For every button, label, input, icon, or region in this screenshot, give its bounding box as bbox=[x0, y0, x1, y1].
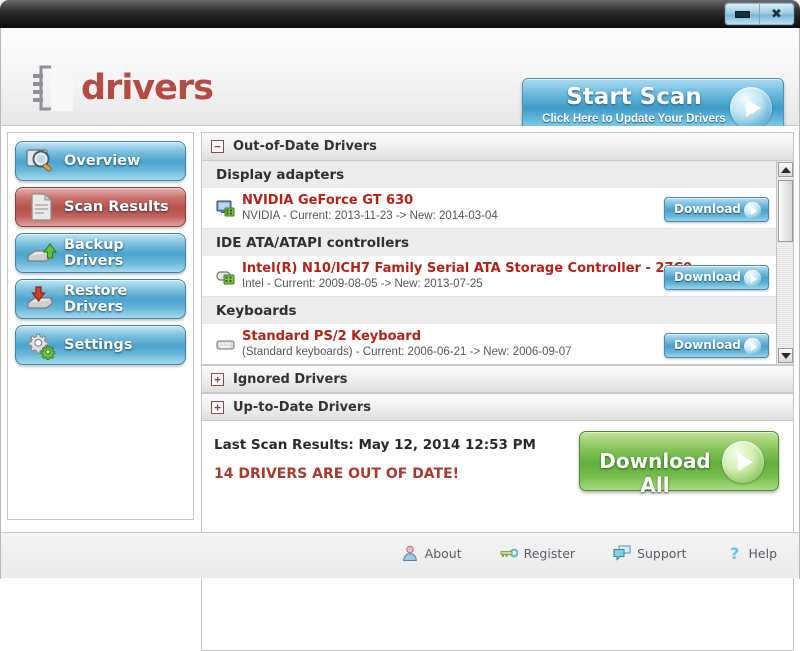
download-button-label: Download bbox=[674, 338, 741, 352]
footer-links: About Register Support ? Help bbox=[401, 544, 778, 563]
key-icon bbox=[500, 545, 519, 561]
play-circle-icon bbox=[744, 202, 761, 219]
footer-link-label: About bbox=[424, 545, 462, 561]
footer-link-support[interactable]: Support bbox=[613, 545, 687, 561]
expand-expander-icon[interactable]: + bbox=[211, 400, 224, 414]
minimize-icon bbox=[735, 10, 750, 18]
drive-down-arrow-icon bbox=[24, 284, 58, 314]
application-window: ✖ drivers Start Scan Click Here to Updat… bbox=[0, 0, 800, 651]
section-title: Ignored Drivers bbox=[233, 371, 348, 387]
footer-link-about[interactable]: About bbox=[401, 545, 462, 561]
app-body: Overview Scan Results Backup Drivers Res… bbox=[1, 126, 799, 651]
svg-text:?: ? bbox=[730, 545, 739, 561]
download-button[interactable]: Download bbox=[664, 333, 769, 358]
driver-meta: (Standard keyboards) - Current: 2006-06-… bbox=[242, 346, 572, 358]
minimize-button[interactable] bbox=[726, 4, 760, 24]
download-button-label: Download bbox=[674, 202, 741, 216]
driver-group-header: Display adapters bbox=[202, 161, 777, 189]
title-bar: ✖ bbox=[0, 0, 800, 28]
footer-link-help[interactable]: ? Help bbox=[725, 544, 778, 563]
sidebar-item-overview[interactable]: Overview bbox=[15, 141, 186, 181]
driver-list-scroll-area: Display adapters NVIDIA GeForce GT 630 N… bbox=[202, 161, 793, 365]
sidebar: Overview Scan Results Backup Drivers Res… bbox=[7, 132, 194, 520]
play-circle-icon bbox=[744, 270, 761, 287]
scroll-up-arrow-icon[interactable] bbox=[778, 162, 793, 177]
driver-group-name: Display adapters bbox=[216, 166, 345, 183]
sidebar-item-label: Backup Drivers bbox=[64, 237, 124, 269]
driver-name: Intel(R) N10/ICH7 Family Serial ATA Stor… bbox=[242, 261, 693, 276]
vertical-scrollbar[interactable] bbox=[776, 161, 793, 364]
expand-expander-icon[interactable]: + bbox=[211, 372, 224, 386]
section-title: Out-of-Date Drivers bbox=[233, 139, 377, 154]
section-header-out-of-date[interactable]: − Out-of-Date Drivers bbox=[202, 133, 793, 161]
out-of-date-count-text: 14 DRIVERS ARE OUT OF DATE! bbox=[214, 466, 460, 482]
driver-row[interactable]: NVIDIA GeForce GT 630 NVIDIA - Current: … bbox=[202, 189, 777, 229]
sidebar-item-scan-results[interactable]: Scan Results bbox=[15, 187, 186, 227]
play-circle-icon bbox=[722, 441, 764, 483]
app-logo-text: drivers bbox=[81, 67, 214, 108]
play-circle-icon bbox=[744, 338, 761, 355]
document-icon bbox=[24, 192, 58, 222]
driver-name: Standard PS/2 Keyboard bbox=[242, 329, 421, 344]
scrollbar-thumb[interactable] bbox=[778, 180, 793, 242]
driver-meta: NVIDIA - Current: 2013-11-23 -> New: 201… bbox=[242, 210, 498, 222]
scroll-down-arrow-icon[interactable] bbox=[778, 348, 793, 363]
section-title: Up-to-Date Drivers bbox=[233, 399, 372, 415]
close-button[interactable]: ✖ bbox=[760, 4, 793, 24]
collapse-expander-icon[interactable]: − bbox=[211, 140, 224, 153]
window-controls: ✖ bbox=[725, 3, 794, 25]
sidebar-item-restore-drivers[interactable]: Restore Drivers bbox=[15, 279, 186, 319]
gears-icon bbox=[24, 330, 58, 361]
download-button-label: Download bbox=[674, 270, 741, 284]
sidebar-item-label: Overview bbox=[64, 153, 141, 169]
download-button[interactable]: Download bbox=[664, 265, 769, 290]
sidebar-item-label: Restore Drivers bbox=[64, 283, 128, 315]
driver-group-header: Keyboards bbox=[202, 297, 777, 325]
app-header: drivers Start Scan Click Here to Update … bbox=[1, 28, 799, 136]
download-all-label: Download All bbox=[599, 449, 711, 497]
keyboard-icon bbox=[216, 336, 235, 353]
driver-name: NVIDIA GeForce GT 630 bbox=[242, 193, 414, 208]
sidebar-item-label: Scan Results bbox=[64, 199, 169, 215]
driver-list: Display adapters NVIDIA GeForce GT 630 N… bbox=[202, 161, 777, 364]
footer-link-label: Support bbox=[637, 545, 687, 561]
sidebar-item-backup-drivers[interactable]: Backup Drivers bbox=[15, 233, 186, 273]
chip-card-logo-icon bbox=[29, 64, 73, 112]
section-header-ignored[interactable]: + Ignored Drivers bbox=[202, 365, 793, 393]
sidebar-item-settings[interactable]: Settings bbox=[15, 325, 186, 365]
driver-group-name: IDE ATA/ATAPI controllers bbox=[216, 234, 410, 251]
magnifier-icon bbox=[24, 146, 58, 176]
start-scan-title: Start Scan bbox=[566, 84, 702, 110]
start-scan-subtitle: Click Here to Update Your Drivers bbox=[542, 113, 726, 125]
download-button[interactable]: Download bbox=[664, 197, 769, 222]
footer-link-register[interactable]: Register bbox=[500, 545, 575, 561]
storage-controller-icon bbox=[216, 268, 235, 285]
chat-bubbles-icon bbox=[613, 545, 631, 561]
download-all-button[interactable]: Download All bbox=[579, 431, 779, 497]
footer-bar: About Register Support ? Help bbox=[1, 532, 799, 578]
person-icon bbox=[401, 545, 419, 561]
close-icon: ✖ bbox=[771, 6, 782, 22]
window-client-area: drivers Start Scan Click Here to Update … bbox=[0, 28, 800, 651]
driver-group-header: IDE ATA/ATAPI controllers bbox=[202, 229, 777, 257]
scan-results-summary: Last Scan Results: May 12, 2014 12:53 PM… bbox=[202, 421, 793, 507]
driver-row[interactable]: Intel(R) N10/ICH7 Family Serial ATA Stor… bbox=[202, 257, 777, 297]
drive-up-arrow-icon bbox=[24, 238, 58, 268]
question-mark-icon: ? bbox=[725, 544, 743, 563]
display-adapter-icon bbox=[216, 200, 235, 217]
driver-group-name: Keyboards bbox=[216, 302, 297, 319]
app-logo: drivers bbox=[29, 64, 214, 112]
driver-row[interactable]: Standard PS/2 Keyboard (Standard keyboar… bbox=[202, 325, 777, 364]
section-header-up-to-date[interactable]: + Up-to-Date Drivers bbox=[202, 393, 793, 421]
last-scan-results-text: Last Scan Results: May 12, 2014 12:53 PM bbox=[214, 437, 536, 453]
play-circle-icon bbox=[730, 87, 772, 129]
sidebar-item-label: Settings bbox=[64, 337, 133, 353]
driver-meta: Intel - Current: 2009-08-05 -> New: 2013… bbox=[242, 278, 483, 290]
footer-link-label: Help bbox=[748, 545, 778, 561]
footer-link-label: Register bbox=[523, 545, 576, 561]
